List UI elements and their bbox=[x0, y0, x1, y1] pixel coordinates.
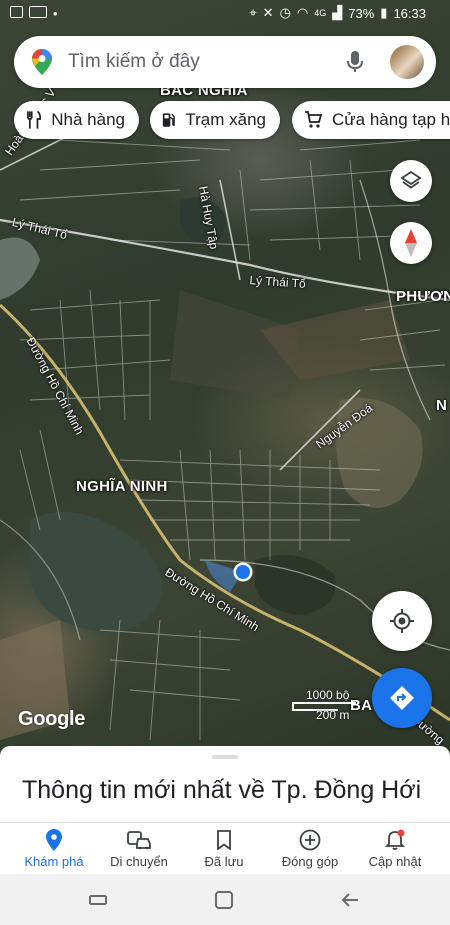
tab-label: Cập nhật bbox=[368, 854, 422, 869]
system-navigation-bar bbox=[0, 874, 450, 925]
chip-label: Cửa hàng tạp h bbox=[332, 110, 450, 129]
map-label-n[interactable]: N bbox=[436, 397, 447, 414]
layers-button[interactable] bbox=[390, 160, 432, 202]
tab-saved[interactable]: Đã lưu bbox=[179, 827, 269, 875]
search-input[interactable]: Tìm kiếm ở đây bbox=[68, 51, 200, 73]
battery-percent: 73% bbox=[348, 5, 375, 21]
tab-updates[interactable]: Cập nhật bbox=[350, 827, 440, 875]
directions-icon bbox=[390, 686, 414, 710]
sheet-handle[interactable] bbox=[212, 755, 238, 759]
chip-restaurants[interactable]: Nhà hàng bbox=[14, 101, 139, 139]
google-logo: Google bbox=[18, 708, 86, 730]
my-location-button[interactable] bbox=[372, 591, 432, 651]
compass-icon bbox=[405, 229, 417, 257]
clock: 16:33 bbox=[393, 5, 426, 21]
tab-label: Khám phá bbox=[24, 854, 84, 869]
chip-grocery[interactable]: Cửa hàng tạp h bbox=[292, 101, 450, 139]
gallery-icon bbox=[10, 6, 23, 18]
notification-dot bbox=[397, 829, 405, 837]
chip-label: Trạm xăng bbox=[185, 110, 266, 129]
tab-label: Đóng góp bbox=[281, 854, 339, 869]
bookmark-icon bbox=[217, 830, 231, 850]
tab-label: Đã lưu bbox=[204, 854, 244, 869]
more-dots-icon: • bbox=[53, 6, 58, 21]
gas-station-icon bbox=[162, 113, 175, 127]
restaurant-icon bbox=[27, 111, 42, 129]
category-chips: Nhà hàng Trạm xăng Cửa hàng tạp h bbox=[14, 101, 450, 139]
bottom-navigation: Khám phá Di chuyển Đã lưu Đóng góp Cập n… bbox=[0, 822, 450, 875]
layers-icon bbox=[400, 170, 422, 189]
scale-meters: 200 m bbox=[316, 708, 350, 722]
bell-icon bbox=[384, 829, 406, 850]
cart-icon bbox=[305, 111, 322, 128]
map-scale: 1000 bộ 200 m bbox=[290, 688, 356, 722]
home-square-icon bbox=[215, 891, 233, 909]
tab-commute[interactable]: Di chuyển bbox=[94, 827, 184, 875]
commute-icon bbox=[127, 831, 151, 850]
chip-gas-stations[interactable]: Trạm xăng bbox=[150, 101, 280, 139]
alarm-icon: ◷ bbox=[279, 5, 291, 20]
signal-icon: ▟ bbox=[332, 5, 343, 20]
current-location-dot bbox=[236, 565, 250, 579]
map-label-nghia-ninh[interactable]: NGHĨA NINH bbox=[76, 478, 168, 495]
tab-explore[interactable]: Khám phá bbox=[9, 827, 99, 875]
zalo-icon bbox=[29, 6, 47, 18]
status-bar: • ⌖ ✕ ◷ ◠ 4G ▟ 73% ▮ 16:33 bbox=[0, 0, 450, 28]
back-arrow-icon bbox=[341, 893, 358, 907]
compass-button[interactable] bbox=[390, 222, 432, 264]
network-type: 4G bbox=[314, 8, 327, 18]
tab-contribute[interactable]: Đóng góp bbox=[265, 827, 355, 875]
battery-icon: ▮ bbox=[380, 5, 388, 20]
avatar[interactable] bbox=[390, 45, 424, 79]
chip-label: Nhà hàng bbox=[51, 110, 125, 129]
sheet-title[interactable]: Thông tin mới nhất về Tp. Đồng Hới bbox=[22, 774, 422, 806]
directions-button[interactable] bbox=[372, 668, 432, 728]
bottom-sheet[interactable]: Thông tin mới nhất về Tp. Đồng Hới bbox=[0, 746, 450, 826]
mic-icon[interactable] bbox=[346, 50, 364, 79]
recent-apps-button[interactable] bbox=[86, 888, 110, 912]
back-button[interactable] bbox=[338, 888, 362, 912]
wifi-icon: ◠ bbox=[296, 5, 309, 20]
location-status-icon: ⌖ bbox=[249, 5, 257, 20]
tab-label: Di chuyển bbox=[110, 854, 168, 869]
map-label-phuong[interactable]: PHƯƠN bbox=[396, 288, 450, 305]
home-button[interactable] bbox=[212, 888, 236, 912]
mute-icon: ✕ bbox=[262, 5, 274, 20]
add-circle-icon bbox=[299, 829, 321, 851]
explore-pin-icon bbox=[46, 829, 62, 851]
maps-pin-icon bbox=[32, 49, 52, 80]
scale-feet: 1000 bộ bbox=[306, 688, 350, 702]
search-bar[interactable]: Tìm kiếm ở đây bbox=[14, 36, 436, 88]
crosshair-icon bbox=[390, 609, 414, 633]
recents-icon bbox=[89, 895, 107, 905]
